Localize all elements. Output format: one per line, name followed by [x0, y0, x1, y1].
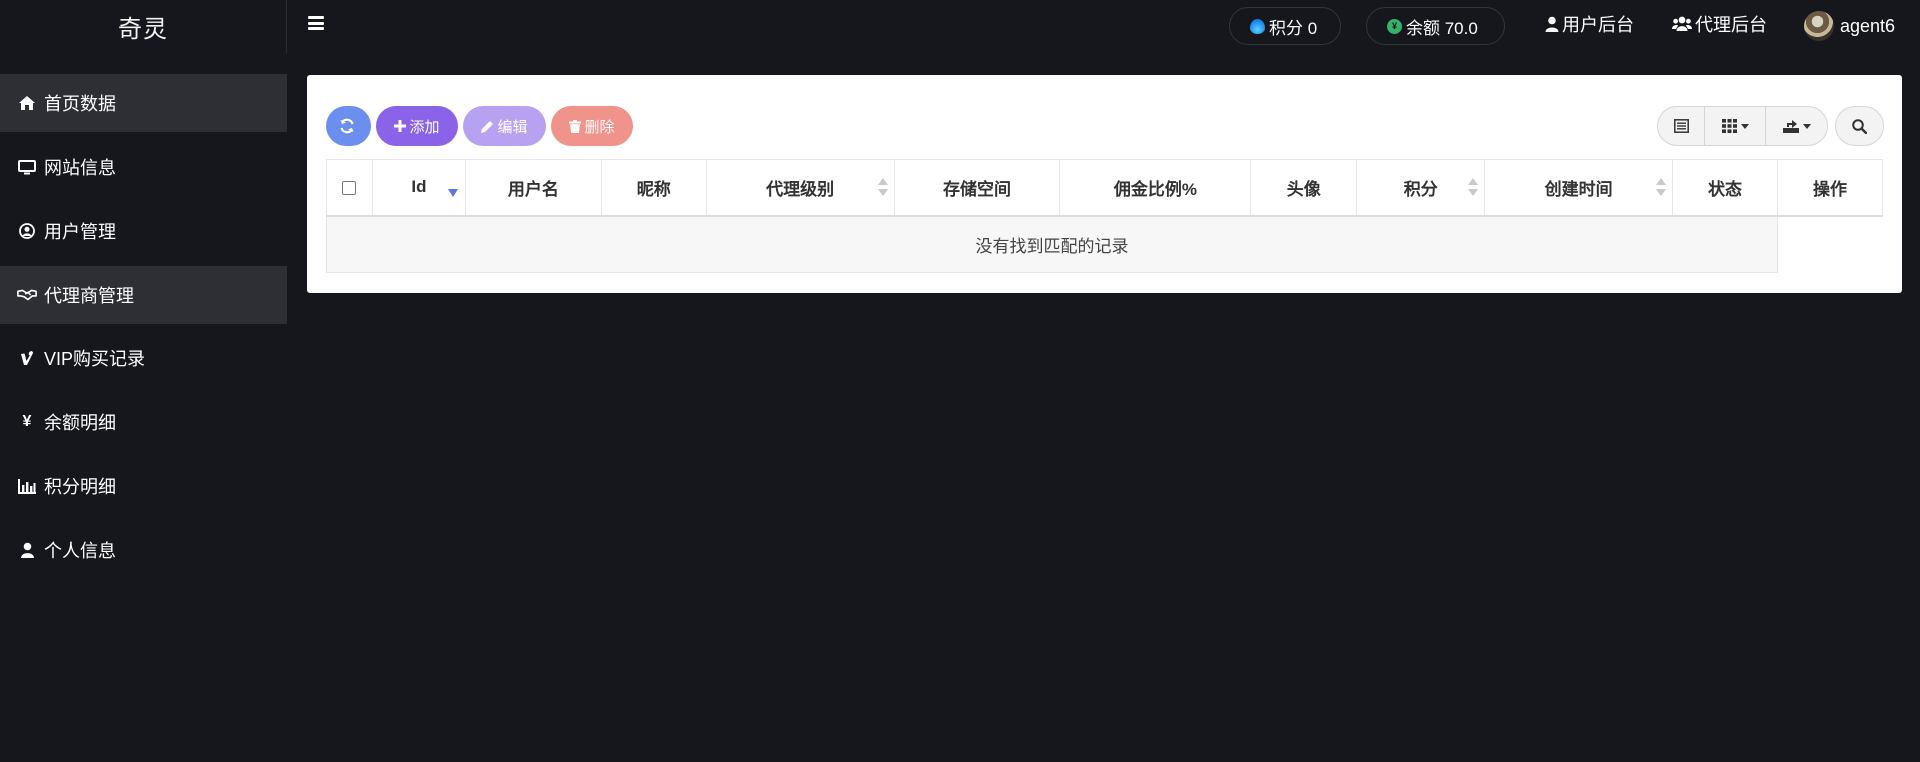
user-circle-icon [17, 222, 37, 240]
points-badge[interactable]: 积分 0 [1229, 7, 1341, 45]
users-icon [1672, 16, 1692, 31]
sort-icon [1468, 178, 1479, 197]
select-all-checkbox[interactable] [342, 180, 357, 195]
grid-icon [1721, 119, 1737, 133]
search-icon [1852, 118, 1867, 134]
column-label: 状态 [1707, 179, 1742, 199]
delete-label: 删除 [584, 118, 615, 136]
delete-button[interactable]: 删除 [551, 106, 633, 146]
menu-toggle-icon[interactable] [306, 13, 326, 33]
pencil-icon [481, 120, 494, 133]
refresh-icon [340, 118, 354, 134]
user-menu[interactable]: agent6 [1804, 9, 1895, 43]
column-header-actions: 操作 [1776, 159, 1884, 217]
empty-message: 没有找到匹配的记录 [326, 215, 1778, 273]
sort-icon [877, 178, 888, 197]
sidebar-item-agent-management[interactable]: 代理商管理 [0, 266, 287, 324]
user-icon [1545, 16, 1559, 32]
select-all-header [326, 159, 373, 217]
column-label: Id [411, 177, 427, 197]
list-view-icon [1673, 119, 1689, 133]
sidebar-item-label: 代理商管理 [44, 286, 134, 306]
sort-desc-icon [447, 189, 458, 197]
sidebar-item-profile[interactable]: 个人信息 [0, 521, 287, 579]
add-button[interactable]: 添加 [376, 106, 458, 146]
chevron-down-icon [1802, 123, 1811, 129]
column-label: 代理级别 [766, 179, 835, 199]
sidebar-item-label: 余额明细 [44, 413, 116, 433]
edit-button[interactable]: 编辑 [463, 106, 546, 146]
user-icon [17, 541, 37, 559]
column-label: 昵称 [636, 179, 671, 199]
agent-table: Id 用户名 昵称 代理级别 存储空间 佣金比例% 头像 积分 创建时间 状态 … [326, 159, 1884, 273]
column-header-username: 用户名 [464, 159, 602, 217]
sidebar-item-label: 积分明细 [44, 477, 116, 497]
sort-icon [1656, 178, 1667, 197]
column-label: 创建时间 [1544, 179, 1613, 199]
agent-admin-link[interactable]: 代理后台 [1672, 12, 1767, 36]
trash-icon [569, 119, 582, 133]
home-icon [17, 94, 37, 112]
column-label: 佣金比例% [1113, 179, 1197, 199]
sidebar-item-site-info[interactable]: 网站信息 [0, 138, 287, 196]
toggle-view-button[interactable] [1658, 107, 1705, 145]
edit-label: 编辑 [497, 118, 528, 136]
vimeo-icon [17, 349, 37, 367]
top-header: 奇灵 积分 0 ¥ 余额 70.0 用户后台 代理后台 agent6 [0, 0, 1920, 53]
search-button[interactable] [1835, 106, 1884, 146]
column-header-agent-level[interactable]: 代理级别 [705, 159, 895, 217]
sidebar-item-balance-details[interactable]: ¥ 余额明细 [0, 393, 287, 451]
sidebar-item-label: VIP购买记录 [44, 349, 146, 369]
yen-coin-icon: ¥ [1387, 18, 1402, 34]
column-header-avatar: 头像 [1250, 159, 1358, 217]
column-header-nickname: 昵称 [600, 159, 707, 217]
add-label: 添加 [409, 118, 440, 136]
column-header-id[interactable]: Id [371, 159, 466, 217]
export-icon [1782, 120, 1799, 133]
sidebar-item-vip-records[interactable]: VIP购买记录 [0, 329, 287, 387]
user-admin-link[interactable]: 用户后台 [1545, 12, 1634, 36]
balance-label: 余额 70.0 [1406, 18, 1478, 38]
table-tools-group [1657, 106, 1828, 146]
table-row: 没有找到匹配的记录 [326, 215, 1883, 273]
agent-table-panel: 添加 编辑 删除 Id 用户名 昵称 代理级别 存储空间 佣金比例% 头像 积分… [307, 75, 1902, 293]
sidebar-item-label: 用户管理 [44, 222, 116, 242]
column-label: 用户名 [507, 179, 559, 199]
yen-icon: ¥ [22, 413, 32, 430]
plus-icon [394, 120, 407, 132]
columns-dropdown-button[interactable] [1705, 107, 1766, 145]
bar-chart-icon [17, 477, 37, 495]
balance-badge[interactable]: ¥ 余额 70.0 [1366, 7, 1505, 45]
column-label: 积分 [1403, 179, 1438, 199]
refresh-button[interactable] [326, 106, 371, 146]
table-header-row: Id 用户名 昵称 代理级别 存储空间 佣金比例% 头像 积分 创建时间 状态 … [326, 159, 1884, 217]
column-header-commission: 佣金比例% [1059, 159, 1252, 217]
brand-logo[interactable]: 奇灵 [0, 0, 287, 53]
column-header-storage: 存储空间 [893, 159, 1061, 217]
column-header-status: 状态 [1672, 159, 1778, 217]
column-header-points[interactable]: 积分 [1356, 159, 1486, 217]
handshake-icon [17, 286, 37, 304]
sidebar-item-user-management[interactable]: 用户管理 [0, 202, 287, 260]
points-label: 积分 0 [1269, 18, 1318, 38]
agent-admin-label: 代理后台 [1695, 15, 1767, 35]
sidebar: 首页数据 网站信息 用户管理 代理商管理 VIP购买记录 ¥ 余额明细 积分明细 [0, 53, 287, 762]
chevron-down-icon [1740, 123, 1749, 129]
sidebar-item-label: 首页数据 [44, 94, 116, 114]
sidebar-item-label: 个人信息 [44, 541, 116, 561]
username: agent6 [1840, 15, 1896, 36]
column-label: 头像 [1286, 179, 1321, 199]
sidebar-item-label: 网站信息 [44, 158, 116, 178]
export-dropdown-button[interactable] [1766, 107, 1827, 145]
monitor-icon [17, 158, 37, 176]
flame-icon [1250, 18, 1265, 34]
user-admin-label: 用户后台 [1562, 15, 1634, 35]
column-label: 操作 [1812, 179, 1847, 199]
avatar [1804, 11, 1834, 41]
column-label: 存储空间 [943, 179, 1012, 199]
sidebar-item-points-details[interactable]: 积分明细 [0, 457, 287, 515]
column-header-created-at[interactable]: 创建时间 [1484, 159, 1674, 217]
sidebar-item-dashboard[interactable]: 首页数据 [0, 74, 287, 132]
